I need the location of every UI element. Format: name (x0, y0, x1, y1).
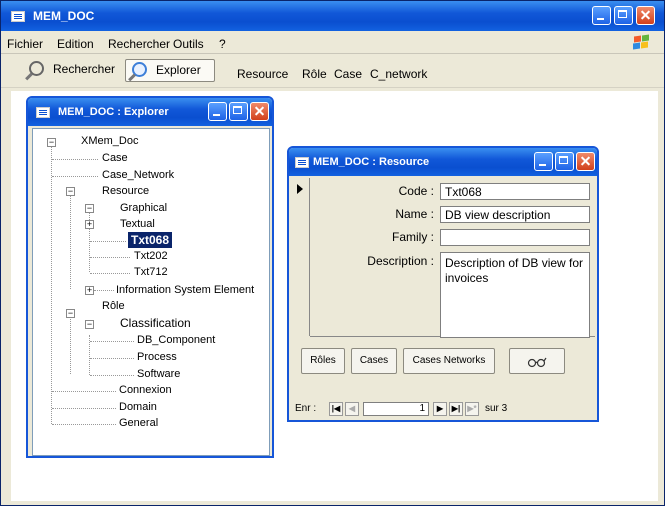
tree-collapse-icon[interactable]: − (66, 309, 75, 318)
tree-collapse-icon[interactable]: − (47, 138, 56, 147)
explorer-window-icon (36, 107, 50, 118)
roles-button[interactable]: Rôles (301, 348, 345, 374)
tree-node-txt712[interactable]: Txt712 (134, 266, 168, 278)
windows-logo-icon (632, 34, 650, 51)
explorer-close-button[interactable] (250, 102, 269, 121)
prev-record-button[interactable]: ◀ (345, 402, 359, 416)
explorer-title: MEM_DOC : Explorer (58, 106, 169, 118)
toolbar-link-case[interactable]: Case (334, 67, 362, 81)
close-icon (637, 7, 654, 24)
resource-close-button[interactable] (576, 152, 595, 171)
close-icon (251, 103, 268, 120)
tree-node-txt068[interactable]: Txt068 (128, 232, 173, 248)
minimize-button[interactable] (592, 6, 611, 25)
record-navigation: Enr : |◀ ◀ 1 ▶ ▶| ▶* sur 3 (295, 402, 595, 418)
current-record-arrow-icon (297, 184, 303, 194)
record-total: sur 3 (485, 403, 508, 414)
tree-node-root[interactable]: XMem_Doc (81, 135, 138, 147)
tree-node-db-component[interactable]: DB_Component (137, 334, 215, 346)
maximize-icon (233, 106, 242, 114)
tree-node-domain[interactable]: Domain (119, 401, 157, 413)
explorer-icon (132, 62, 147, 77)
resource-title: MEM_DOC : Resource (313, 156, 430, 168)
menu-outils[interactable]: Outils (173, 37, 204, 51)
menu-rechercher[interactable]: Rechercher (108, 37, 170, 51)
resource-window-icon (295, 157, 309, 168)
toolbar-link-role[interactable]: Rôle (302, 67, 327, 81)
tree-collapse-icon[interactable]: − (66, 187, 75, 196)
explorer-maximize-button[interactable] (229, 102, 248, 121)
family-field[interactable] (440, 229, 590, 246)
tree-collapse-icon[interactable]: − (85, 204, 94, 213)
tree-node-case[interactable]: Case (102, 152, 128, 164)
resource-titlebar: MEM_DOC : Resource (289, 148, 597, 176)
app-title: MEM_DOC (33, 9, 95, 23)
cases-button[interactable]: Cases (351, 348, 397, 374)
explorer-titlebar: MEM_DOC : Explorer (28, 98, 272, 126)
menu-bar: Fichier Edition Rechercher Outils ? (1, 33, 664, 54)
explorer-minimize-button[interactable] (208, 102, 227, 121)
close-icon (577, 153, 594, 170)
minimize-icon (597, 18, 604, 20)
tree-expand-icon[interactable]: + (85, 220, 94, 229)
resource-minimize-button[interactable] (534, 152, 553, 171)
tree-node-role[interactable]: Rôle (102, 300, 125, 312)
family-label: Family : (392, 230, 434, 244)
toolbar: Rechercher Explorer Resource Rôle Case C… (1, 55, 664, 88)
maximize-icon (618, 10, 627, 18)
record-label: Enr : (295, 403, 317, 414)
search-button-label: Rechercher (53, 62, 116, 76)
resource-window: MEM_DOC : Resource Code : Txt068 Name : … (287, 146, 599, 422)
minimize-icon (539, 164, 546, 166)
tree-node-txt202[interactable]: Txt202 (134, 250, 168, 262)
name-field[interactable]: DB view description (440, 206, 590, 223)
code-field[interactable]: Txt068 (440, 183, 590, 200)
first-record-button[interactable]: |◀ (329, 402, 343, 416)
tree-node-classification[interactable]: Classification (120, 316, 191, 330)
maximize-icon (559, 156, 568, 164)
tree-node-general[interactable]: General (119, 417, 158, 429)
glasses-button[interactable] (509, 348, 565, 374)
menu-edition[interactable]: Edition (57, 37, 94, 51)
tree-node-textual[interactable]: Textual (120, 218, 155, 230)
record-number-field[interactable]: 1 (363, 402, 429, 416)
minimize-icon (213, 114, 220, 116)
explorer-tree: − XMem_Doc Case Case_Network − Resource … (32, 128, 270, 456)
code-label: Code : (398, 184, 434, 198)
description-field[interactable]: Description of DB view for invoices (440, 252, 590, 338)
search-button[interactable]: Rechercher (23, 59, 121, 82)
next-record-button[interactable]: ▶ (433, 402, 447, 416)
tree-node-process[interactable]: Process (137, 351, 177, 363)
toolbar-link-resource[interactable]: Resource (237, 67, 288, 81)
last-record-button[interactable]: ▶| (449, 402, 463, 416)
record-selector[interactable] (293, 178, 310, 336)
tree-node-graphical[interactable]: Graphical (120, 202, 167, 214)
menu-help[interactable]: ? (219, 37, 226, 51)
explorer-button[interactable]: Explorer (125, 59, 215, 82)
maximize-button[interactable] (614, 6, 633, 25)
tree-node-information-system-element[interactable]: Information System Element (116, 284, 254, 296)
new-record-button[interactable]: ▶* (465, 402, 479, 416)
toolbar-link-c-network[interactable]: C_network (370, 67, 427, 81)
tree-node-software[interactable]: Software (137, 368, 180, 380)
search-icon (29, 61, 44, 76)
app-icon (11, 11, 25, 22)
app-titlebar: MEM_DOC (1, 1, 664, 31)
name-label: Name : (395, 207, 434, 221)
tree-node-resource[interactable]: Resource (102, 185, 149, 197)
resource-maximize-button[interactable] (555, 152, 574, 171)
menu-fichier[interactable]: Fichier (7, 37, 43, 51)
explorer-button-label: Explorer (156, 63, 201, 77)
tree-node-connexion[interactable]: Connexion (119, 384, 172, 396)
tree-node-case-network[interactable]: Case_Network (102, 169, 174, 181)
resource-form: Code : Txt068 Name : DB view description… (310, 178, 595, 338)
close-button[interactable] (636, 6, 655, 25)
cases-networks-button[interactable]: Cases Networks (403, 348, 495, 374)
explorer-window: MEM_DOC : Explorer − XMem_Doc Case Case_… (26, 96, 274, 458)
description-label: Description : (367, 254, 434, 268)
glasses-icon (527, 357, 547, 368)
tree-collapse-icon[interactable]: − (85, 320, 94, 329)
tree-expand-icon[interactable]: + (85, 286, 94, 295)
